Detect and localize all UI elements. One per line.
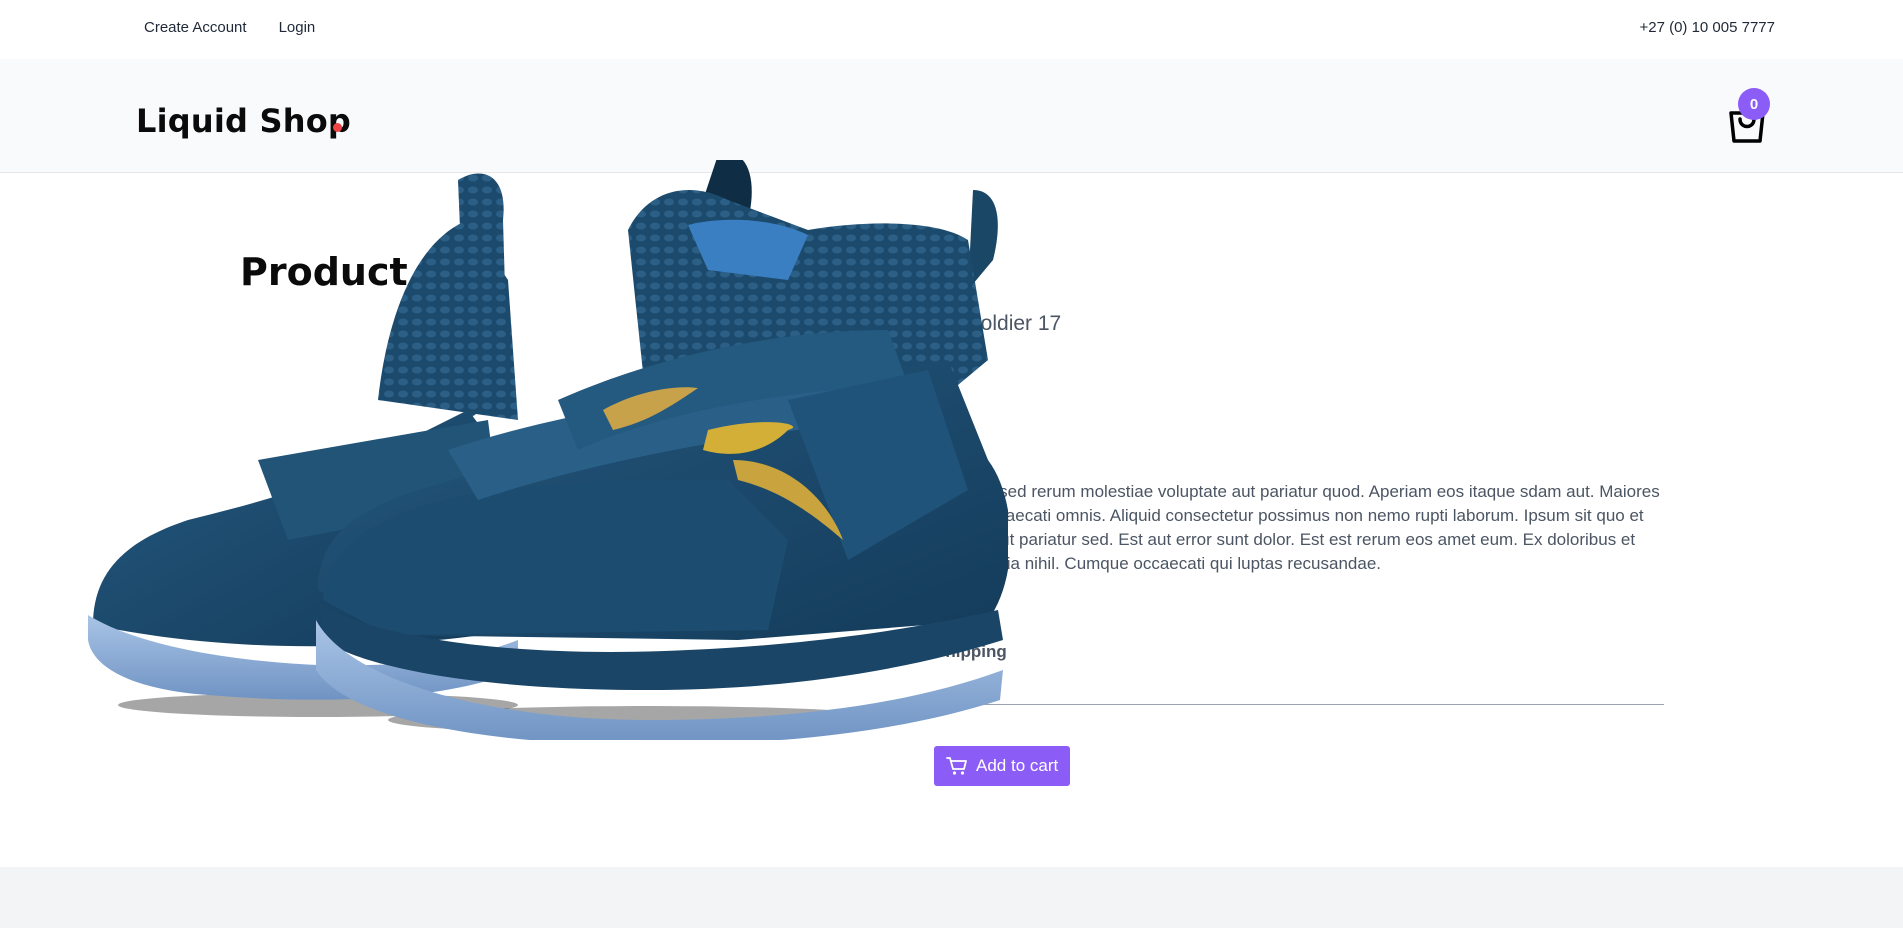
logo-dot [333, 123, 342, 132]
cart-count-badge: 0 [1738, 88, 1770, 120]
site-footer [0, 867, 1903, 928]
top-bar: Create Account Login +27 (0) 10 005 7777 [0, 0, 1903, 59]
phone-number: +27 (0) 10 005 7777 [1639, 19, 1775, 36]
divider [934, 704, 1664, 705]
site-header: Liquid Shop [0, 59, 1903, 173]
account-links: Create Account Login [144, 19, 315, 36]
add-to-cart-label: Add to cart [976, 756, 1059, 775]
cart-icon [946, 757, 967, 775]
logo[interactable]: Liquid Shop [136, 102, 351, 140]
login-link[interactable]: Login [279, 19, 316, 36]
add-to-cart-button[interactable]: Add to cart [934, 746, 1071, 786]
product-image [88, 160, 1008, 740]
create-account-link[interactable]: Create Account [144, 19, 247, 36]
product-description: maiores sed rerum molestiae voluptate au… [934, 482, 1660, 573]
